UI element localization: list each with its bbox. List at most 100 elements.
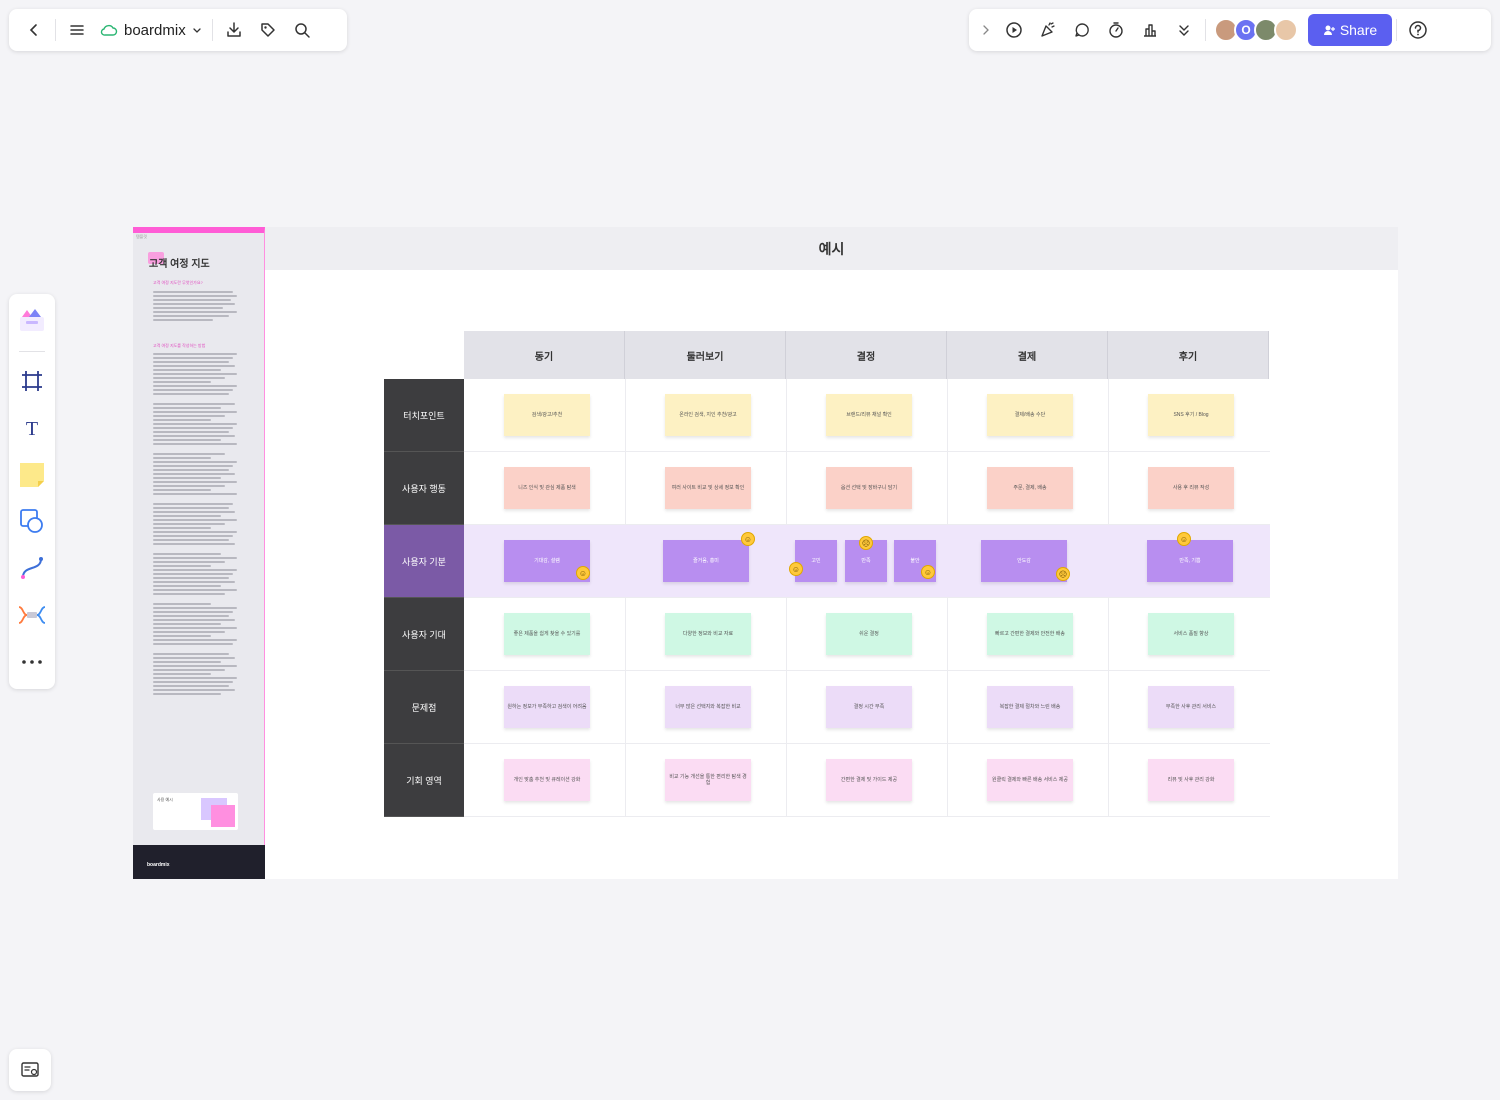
shape-tool[interactable]: [14, 502, 50, 541]
back-button[interactable]: [17, 13, 51, 47]
guide-title: 고객 여정 지도: [149, 259, 210, 270]
sticky-note[interactable]: 너무 많은 선택지와 복잡한 비교: [665, 686, 751, 728]
guide-footer: boardmix: [133, 845, 265, 879]
guide-text-line: [153, 685, 229, 687]
sticky-note[interactable]: 서비스 품질 향상: [1148, 613, 1234, 655]
collaborator-avatars[interactable]: O: [1214, 18, 1298, 42]
tag-button[interactable]: [251, 13, 285, 47]
sticky-note-tool[interactable]: [14, 455, 50, 494]
sticky-note[interactable]: 다양한 정보와 비교 자료: [665, 613, 751, 655]
more-tools-button[interactable]: [1167, 13, 1201, 47]
sticky-note[interactable]: 결정 시간 부족: [826, 686, 912, 728]
guide-text-line: [153, 661, 221, 663]
templates-icon: [20, 309, 44, 332]
sticky-note[interactable]: 원클릭 결제와 빠른 배송 서비스 제공: [987, 759, 1073, 801]
download-button[interactable]: [217, 13, 251, 47]
guide-text-line: [153, 369, 221, 371]
guide-text-line: [153, 469, 229, 471]
sticky-note[interactable]: SNS 후기 / Blog: [1148, 394, 1234, 436]
guide-text-line: [153, 485, 225, 487]
top-left-toolbar: boardmix: [9, 9, 347, 51]
guide-text-line: [153, 623, 221, 625]
avatar[interactable]: [1274, 18, 1298, 42]
guide-text-line: [153, 377, 225, 379]
sticky-note[interactable]: 온라인 검색, 지인 추천/광고: [665, 394, 751, 436]
timer-button[interactable]: [1099, 13, 1133, 47]
guide-text-line: [153, 453, 225, 455]
frame-tool[interactable]: [14, 362, 50, 401]
guide-text-line: [153, 527, 211, 529]
guide-text-line: [153, 673, 211, 675]
emoji-sticker-icon[interactable]: ☹: [859, 536, 873, 550]
guide-text-line: [153, 515, 221, 517]
emoji-sticker-icon[interactable]: ☹: [1056, 567, 1070, 581]
sticky-note[interactable]: 비교 기능 개선을 통한 편리한 탐색 경험: [665, 759, 751, 801]
emoji-sticker-icon[interactable]: ☺: [1177, 532, 1191, 546]
guide-heading: 고객 여정 지도란 무엇인가요?: [153, 280, 203, 285]
search-button[interactable]: [285, 13, 319, 47]
shapes-icon: [20, 509, 43, 534]
share-button[interactable]: Share: [1308, 14, 1392, 46]
sticky-note[interactable]: 빠르고 간편한 결제와 안전한 배송: [987, 613, 1073, 655]
emoji-sticker-icon[interactable]: ☺: [576, 566, 590, 580]
emoji-sticker-icon[interactable]: ☺: [741, 532, 755, 546]
sticky-note[interactable]: 좋은 제품을 쉽게 찾을 수 있기를: [504, 613, 590, 655]
guide-text-line: [153, 291, 233, 293]
mindmap-tool[interactable]: [14, 595, 50, 634]
more-dots-icon: [22, 659, 42, 664]
left-tool-panel: T: [9, 294, 55, 689]
timer-icon: [1109, 22, 1123, 38]
guide-text-line: [153, 643, 233, 645]
collapse-toolbar-button[interactable]: [975, 13, 997, 47]
guide-text-line: [153, 569, 237, 571]
emoji-sticker-icon[interactable]: ☺: [921, 565, 935, 579]
sticky-note[interactable]: 주문, 결제, 배송: [987, 467, 1073, 509]
guide-text-line: [153, 611, 233, 613]
help-button[interactable]: [1401, 13, 1435, 47]
sticky-note[interactable]: 검색/광고/추천: [504, 394, 590, 436]
comment-button[interactable]: [1065, 13, 1099, 47]
menu-button[interactable]: [60, 13, 94, 47]
file-name-button[interactable]: boardmix: [94, 13, 208, 47]
present-button[interactable]: [997, 13, 1031, 47]
template-board[interactable]: 템플릿 고객 여정 지도 고객 여정 지도란 무엇인가요? 고객 여정 지도를 …: [133, 227, 1398, 879]
sticky-note[interactable]: 결제/배송 수단: [987, 394, 1073, 436]
sticky-note[interactable]: 여러 사이트 비교 및 상세 정보 확인: [665, 467, 751, 509]
canvas-title: 예시: [265, 227, 1398, 270]
chevron-down-icon: [193, 28, 201, 33]
template-library-button[interactable]: [14, 302, 50, 341]
guide-text-line: [153, 373, 237, 375]
minimap-button[interactable]: [9, 1049, 51, 1091]
row-header: 터치포인트: [384, 379, 464, 452]
guide-text-line: [153, 607, 237, 609]
guide-text-line: [153, 385, 237, 387]
sticky-note[interactable]: 만족, 기쁨: [1147, 540, 1233, 582]
vote-button[interactable]: [1133, 13, 1167, 47]
text-tool[interactable]: T: [14, 408, 50, 447]
sticky-note[interactable]: 쉬운 결정: [826, 613, 912, 655]
sticky-note[interactable]: 개인 맞춤 추천 및 큐레이션 강화: [504, 759, 590, 801]
sticky-note[interactable]: 리뷰 및 사후 관리 강화: [1148, 759, 1234, 801]
guide-example-thumbnail: 사용 예시: [153, 793, 238, 830]
celebrate-button[interactable]: [1031, 13, 1065, 47]
sticky-note[interactable]: 간편한 결제 및 가이드 제공: [826, 759, 912, 801]
sticky-note-icon: [20, 462, 44, 487]
sticky-note[interactable]: 원하는 정보가 부족하고 검색이 어려움: [504, 686, 590, 728]
column-header: 후기: [1108, 331, 1269, 379]
guide-text-line: [153, 489, 211, 491]
guide-text-line: [153, 519, 237, 521]
sticky-note[interactable]: 옵션 선택 및 장바구니 담기: [826, 467, 912, 509]
sticky-note[interactable]: 사용 후 리뷰 작성: [1148, 467, 1234, 509]
sticky-note[interactable]: 브랜드/리뷰 채널 확인: [826, 394, 912, 436]
sticky-note[interactable]: 부족한 사후 관리 서비스: [1148, 686, 1234, 728]
emoji-sticker-icon[interactable]: ☺: [789, 562, 803, 576]
sticky-note[interactable]: 즐거움, 흥미: [663, 540, 749, 582]
guide-text-line: [153, 423, 237, 425]
connector-tool[interactable]: [14, 549, 50, 588]
more-tools-button[interactable]: [14, 642, 50, 681]
sticky-note[interactable]: 고민: [795, 540, 837, 582]
sticky-note[interactable]: 복잡한 결제 절차와 느린 배송: [987, 686, 1073, 728]
sticky-note[interactable]: 니즈 인식 및 관심 제품 탐색: [504, 467, 590, 509]
divider: [1396, 19, 1397, 41]
sticky-note[interactable]: 안도감: [981, 540, 1067, 582]
